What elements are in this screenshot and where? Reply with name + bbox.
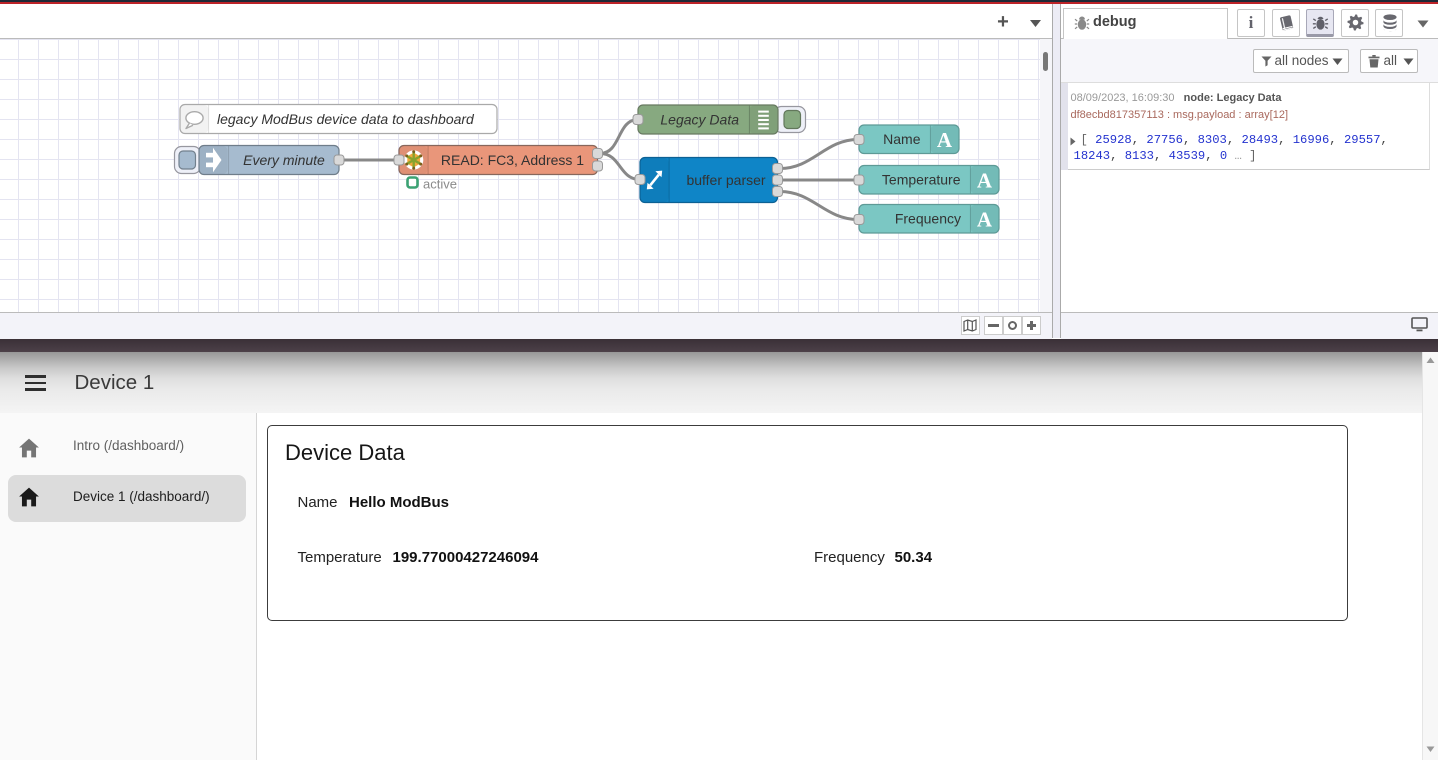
svg-text:buffer parser: buffer parser: [686, 172, 765, 188]
svg-text:A: A: [977, 169, 993, 193]
svg-text:A: A: [977, 208, 993, 232]
svg-text:Every minute: Every minute: [243, 152, 325, 168]
svg-text:active: active: [423, 177, 457, 192]
svg-text:READ: FC3, Address 1: READ: FC3, Address 1: [441, 152, 584, 168]
svg-text:Frequency: Frequency: [895, 211, 961, 227]
svg-text:Legacy Data: Legacy Data: [660, 112, 739, 128]
svg-text:Temperature: Temperature: [882, 172, 961, 188]
svg-text:A: A: [937, 128, 953, 152]
svg-text:Name: Name: [883, 131, 921, 147]
svg-text:legacy ModBus device data to d: legacy ModBus device data to dashboard: [217, 111, 475, 127]
